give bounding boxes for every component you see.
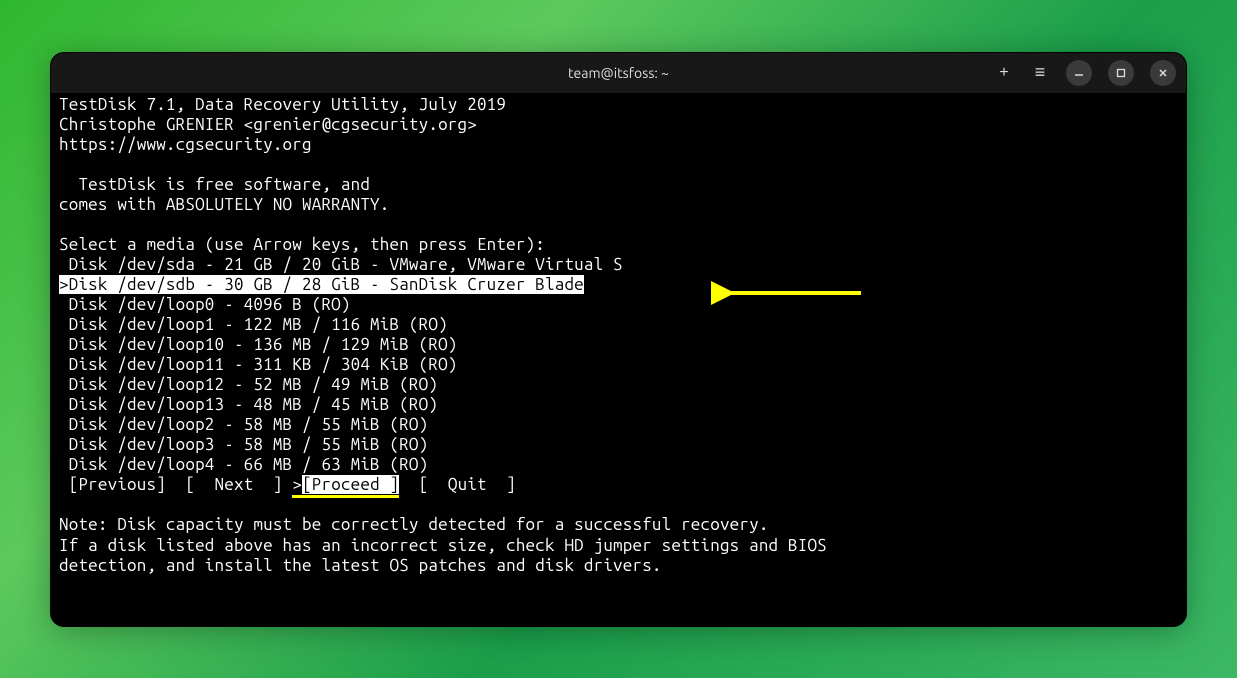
- disk-item[interactable]: Disk /dev/loop10 - 136 MB / 129 MiB (RO): [59, 335, 458, 354]
- menu-button[interactable]: ≡: [1030, 63, 1050, 83]
- proceed-button[interactable]: [Proceed ]: [302, 475, 399, 494]
- terminal-body[interactable]: TestDisk 7.1, Data Recovery Utility, Jul…: [51, 93, 1186, 626]
- titlebar: team@itsfoss: ~ + ≡: [51, 53, 1186, 93]
- intro-line-2: comes with ABSOLUTELY NO WARRANTY.: [59, 195, 389, 214]
- disk-item[interactable]: Disk /dev/loop12 - 52 MB / 49 MiB (RO): [59, 375, 438, 394]
- disk-item[interactable]: Disk /dev/loop13 - 48 MB / 45 MiB (RO): [59, 395, 438, 414]
- disk-item[interactable]: Disk /dev/loop0 - 4096 B (RO): [59, 295, 351, 314]
- disk-item-selected[interactable]: >Disk /dev/sdb - 30 GB / 28 GiB - SanDis…: [59, 275, 584, 294]
- terminal-window: team@itsfoss: ~ + ≡ TestDisk 7.1, Data R…: [50, 52, 1187, 627]
- disk-item[interactable]: Disk /dev/loop2 - 58 MB / 55 MiB (RO): [59, 415, 428, 434]
- quit-button[interactable]: [ Quit ]: [419, 475, 516, 494]
- intro-line-1: TestDisk is free software, and: [59, 175, 370, 194]
- arrow-annotation-icon: [711, 278, 871, 308]
- close-button[interactable]: [1150, 60, 1176, 86]
- maximize-button[interactable]: [1108, 60, 1134, 86]
- new-tab-button[interactable]: +: [994, 63, 1014, 83]
- disk-item[interactable]: Disk /dev/sda - 21 GB / 20 GiB - VMware,…: [59, 255, 623, 274]
- note-line-2: If a disk listed above has an incorrect …: [59, 536, 827, 555]
- disk-item[interactable]: Disk /dev/loop4 - 66 MB / 63 MiB (RO): [59, 455, 428, 474]
- minimize-button[interactable]: [1066, 60, 1092, 86]
- disk-item[interactable]: Disk /dev/loop3 - 58 MB / 55 MiB (RO): [59, 435, 428, 454]
- note-line-3: detection, and install the latest OS pat…: [59, 556, 662, 575]
- select-prompt: Select a media (use Arrow keys, then pre…: [59, 235, 545, 254]
- note-line-1: Note: Disk capacity must be correctly de…: [59, 515, 769, 534]
- previous-button[interactable]: [Previous]: [69, 475, 166, 494]
- header-line-1: TestDisk 7.1, Data Recovery Utility, Jul…: [59, 95, 506, 114]
- title-controls: + ≡: [994, 60, 1176, 86]
- window-title: team@itsfoss: ~: [568, 65, 669, 81]
- header-line-2: Christophe GRENIER <grenier@cgsecurity.o…: [59, 115, 477, 134]
- next-button[interactable]: [ Next ]: [185, 475, 282, 494]
- disk-item[interactable]: Disk /dev/loop11 - 311 KB / 304 KiB (RO): [59, 355, 458, 374]
- header-line-3: https://www.cgsecurity.org: [59, 135, 312, 154]
- disk-item[interactable]: Disk /dev/loop1 - 122 MB / 116 MiB (RO): [59, 315, 448, 334]
